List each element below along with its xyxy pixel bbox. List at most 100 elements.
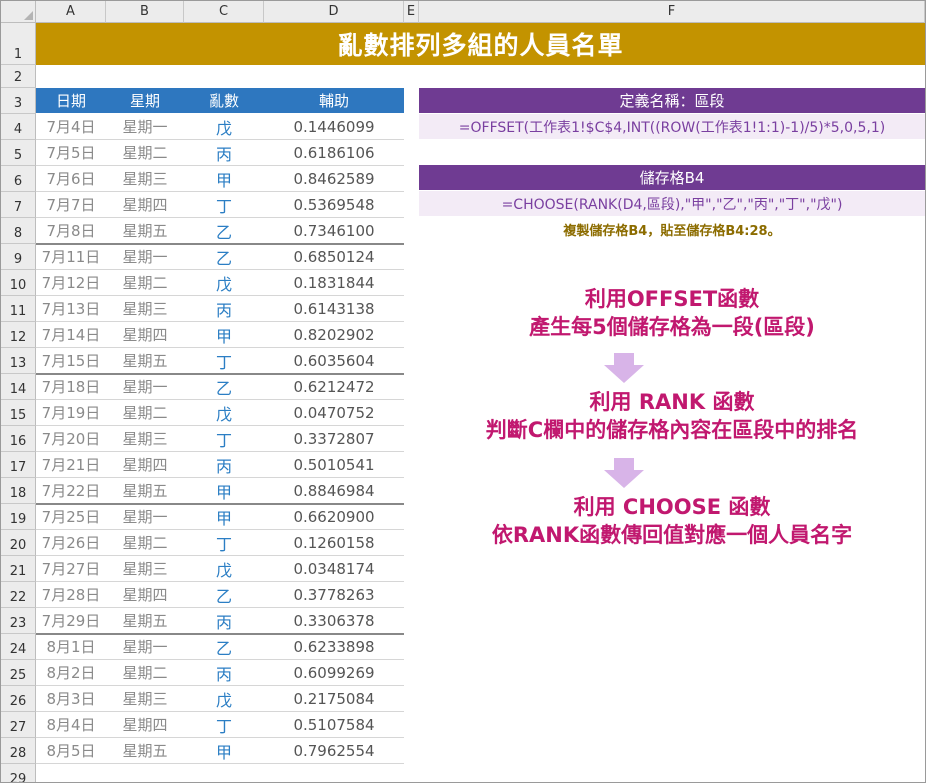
helper-cell[interactable]: 0.6143138 bbox=[264, 296, 404, 322]
weekday-cell[interactable]: 星期一 bbox=[106, 244, 184, 270]
weekday-cell[interactable]: 星期五 bbox=[106, 608, 184, 634]
weekday-cell[interactable]: 星期二 bbox=[106, 270, 184, 296]
row-header-24[interactable]: 24 bbox=[1, 634, 36, 660]
row-header-12[interactable]: 12 bbox=[1, 322, 36, 348]
column-header-b[interactable]: B bbox=[106, 1, 184, 23]
row-header-4[interactable]: 4 bbox=[1, 114, 36, 140]
date-cell[interactable]: 7月22日 bbox=[36, 478, 106, 504]
weekday-cell[interactable]: 星期三 bbox=[106, 686, 184, 712]
random-cell[interactable]: 乙 bbox=[184, 374, 264, 400]
date-cell[interactable]: 7月7日 bbox=[36, 192, 106, 218]
random-cell[interactable]: 丙 bbox=[184, 140, 264, 166]
date-cell[interactable]: 7月11日 bbox=[36, 244, 106, 270]
helper-cell[interactable]: 0.5107584 bbox=[264, 712, 404, 738]
random-cell[interactable]: 甲 bbox=[184, 478, 264, 504]
helper-cell[interactable]: 0.6035604 bbox=[264, 348, 404, 374]
random-cell[interactable]: 丁 bbox=[184, 426, 264, 452]
helper-cell[interactable]: 0.6620900 bbox=[264, 504, 404, 530]
random-cell[interactable]: 丙 bbox=[184, 608, 264, 634]
date-cell[interactable]: 7月15日 bbox=[36, 348, 106, 374]
random-cell[interactable]: 丁 bbox=[184, 192, 264, 218]
helper-cell[interactable]: 0.0348174 bbox=[264, 556, 404, 582]
random-cell[interactable]: 戊 bbox=[184, 556, 264, 582]
random-cell[interactable]: 乙 bbox=[184, 244, 264, 270]
helper-cell[interactable]: 0.2175084 bbox=[264, 686, 404, 712]
date-cell[interactable]: 7月5日 bbox=[36, 140, 106, 166]
helper-cell[interactable]: 0.1831844 bbox=[264, 270, 404, 296]
helper-cell[interactable]: 0.5369548 bbox=[264, 192, 404, 218]
helper-cell[interactable]: 0.3778263 bbox=[264, 582, 404, 608]
random-cell[interactable]: 戊 bbox=[184, 686, 264, 712]
row-header-7[interactable]: 7 bbox=[1, 192, 36, 218]
random-cell[interactable]: 戊 bbox=[184, 114, 264, 140]
row-header-26[interactable]: 26 bbox=[1, 686, 36, 712]
date-cell[interactable]: 7月12日 bbox=[36, 270, 106, 296]
row-header-27[interactable]: 27 bbox=[1, 712, 36, 738]
weekday-cell[interactable]: 星期五 bbox=[106, 478, 184, 504]
row-header-15[interactable]: 15 bbox=[1, 400, 36, 426]
weekday-cell[interactable]: 星期一 bbox=[106, 634, 184, 660]
date-cell[interactable]: 8月3日 bbox=[36, 686, 106, 712]
helper-cell[interactable]: 0.7346100 bbox=[264, 218, 404, 244]
row-header-25[interactable]: 25 bbox=[1, 660, 36, 686]
date-cell[interactable]: 7月4日 bbox=[36, 114, 106, 140]
weekday-cell[interactable]: 星期五 bbox=[106, 348, 184, 374]
date-cell[interactable]: 7月21日 bbox=[36, 452, 106, 478]
helper-cell[interactable]: 0.6099269 bbox=[264, 660, 404, 686]
weekday-cell[interactable]: 星期五 bbox=[106, 218, 184, 244]
row-header-3[interactable]: 3 bbox=[1, 88, 36, 114]
date-cell[interactable]: 7月8日 bbox=[36, 218, 106, 244]
helper-cell[interactable]: 0.6233898 bbox=[264, 634, 404, 660]
helper-cell[interactable]: 0.8202902 bbox=[264, 322, 404, 348]
random-cell[interactable]: 甲 bbox=[184, 322, 264, 348]
weekday-cell[interactable]: 星期五 bbox=[106, 738, 184, 764]
row-header-13[interactable]: 13 bbox=[1, 348, 36, 374]
row-header-5[interactable]: 5 bbox=[1, 140, 36, 166]
weekday-cell[interactable]: 星期二 bbox=[106, 400, 184, 426]
date-cell[interactable]: 7月28日 bbox=[36, 582, 106, 608]
row-header-8[interactable]: 8 bbox=[1, 218, 36, 244]
weekday-cell[interactable]: 星期三 bbox=[106, 426, 184, 452]
random-cell[interactable]: 乙 bbox=[184, 218, 264, 244]
weekday-cell[interactable]: 星期四 bbox=[106, 712, 184, 738]
helper-cell[interactable]: 0.1446099 bbox=[264, 114, 404, 140]
date-cell[interactable]: 7月13日 bbox=[36, 296, 106, 322]
row-header-19[interactable]: 19 bbox=[1, 504, 36, 530]
helper-cell[interactable]: 0.7962554 bbox=[264, 738, 404, 764]
row-header-16[interactable]: 16 bbox=[1, 426, 36, 452]
random-cell[interactable]: 乙 bbox=[184, 582, 264, 608]
row-header-9[interactable]: 9 bbox=[1, 244, 36, 270]
column-header-a[interactable]: A bbox=[36, 1, 106, 23]
random-cell[interactable]: 丁 bbox=[184, 712, 264, 738]
weekday-cell[interactable]: 星期二 bbox=[106, 140, 184, 166]
helper-cell[interactable]: 0.8846984 bbox=[264, 478, 404, 504]
weekday-cell[interactable]: 星期四 bbox=[106, 192, 184, 218]
row-header-18[interactable]: 18 bbox=[1, 478, 36, 504]
column-header-c[interactable]: C bbox=[184, 1, 264, 23]
weekday-cell[interactable]: 星期二 bbox=[106, 660, 184, 686]
date-cell[interactable]: 8月2日 bbox=[36, 660, 106, 686]
column-header-d[interactable]: D bbox=[264, 1, 404, 23]
helper-cell[interactable]: 0.8462589 bbox=[264, 166, 404, 192]
random-cell[interactable]: 丁 bbox=[184, 530, 264, 556]
weekday-cell[interactable]: 星期三 bbox=[106, 296, 184, 322]
row-header-29[interactable]: 29 bbox=[1, 764, 36, 782]
weekday-cell[interactable]: 星期一 bbox=[106, 114, 184, 140]
helper-cell[interactable]: 0.5010541 bbox=[264, 452, 404, 478]
weekday-cell[interactable]: 星期四 bbox=[106, 322, 184, 348]
date-cell[interactable]: 7月26日 bbox=[36, 530, 106, 556]
helper-cell[interactable]: 0.6850124 bbox=[264, 244, 404, 270]
row-header-6[interactable]: 6 bbox=[1, 166, 36, 192]
weekday-cell[interactable]: 星期四 bbox=[106, 582, 184, 608]
row-header-22[interactable]: 22 bbox=[1, 582, 36, 608]
date-cell[interactable]: 8月1日 bbox=[36, 634, 106, 660]
weekday-cell[interactable]: 星期三 bbox=[106, 556, 184, 582]
helper-cell[interactable]: 0.6212472 bbox=[264, 374, 404, 400]
row-header-28[interactable]: 28 bbox=[1, 738, 36, 764]
random-cell[interactable]: 甲 bbox=[184, 738, 264, 764]
random-cell[interactable]: 丁 bbox=[184, 348, 264, 374]
column-header-e[interactable]: E bbox=[404, 1, 419, 23]
random-cell[interactable]: 甲 bbox=[184, 504, 264, 530]
helper-cell[interactable]: 0.0470752 bbox=[264, 400, 404, 426]
select-all-corner[interactable] bbox=[1, 1, 36, 23]
